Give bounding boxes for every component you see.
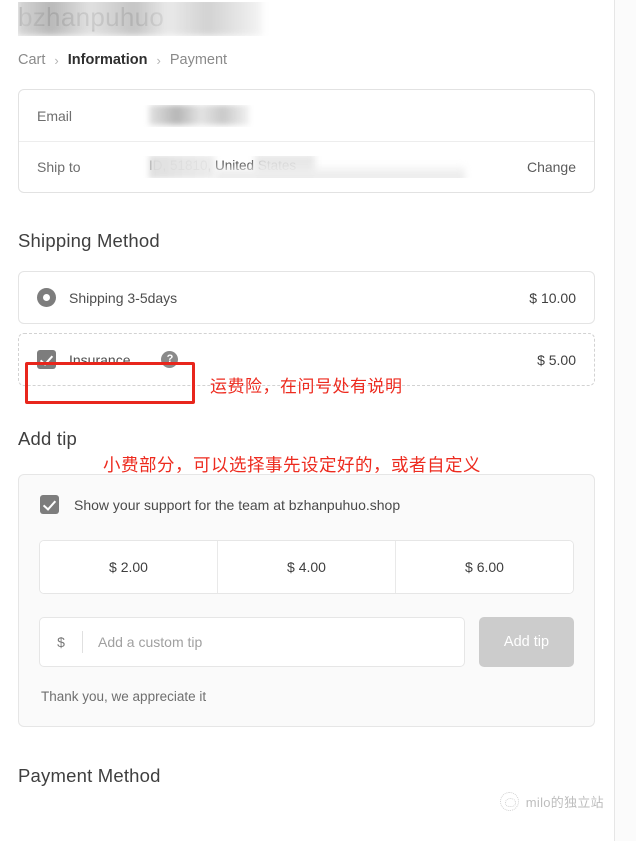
add-tip-heading: Add tip [18,428,77,449]
payment-method-heading: Payment Method [18,765,161,786]
shipping-method-heading: Shipping Method [18,230,160,251]
insurance-option-label: Insurance [69,351,131,368]
checkbox-checked-icon[interactable] [40,495,59,514]
annotation-tip-note: 小费部分，可以选择事先设定好的，或者自定义 [103,455,481,475]
watermark-logo-icon [499,792,519,811]
checkout-page: bzhanpuhuo Cart › Information › Payment … [0,0,636,841]
tip-thanks-text: Thank you, we appreciate it [41,689,207,704]
add-tip-heading-row: Add tip [18,428,595,452]
tip-support-row[interactable]: Show your support for the team at bzhanp… [39,495,574,514]
breadcrumb-item-cart[interactable]: Cart [18,52,45,68]
tip-card: Show your support for the team at bzhanp… [18,474,595,727]
shipping-option-left: Shipping 3-5days [37,288,529,307]
tip-amount-option-2[interactable]: $ 4.00 [217,541,395,593]
watermark-text: milo的独立站 [525,795,604,810]
breadcrumb: Cart › Information › Payment [18,52,595,68]
currency-symbol: $ [57,634,65,650]
custom-tip-row: $ Add a custom tip Add tip [39,617,574,667]
radio-selected-icon[interactable] [37,288,56,307]
tip-amount-option-3[interactable]: $ 6.00 [395,541,573,593]
chevron-right-icon: › [54,52,59,68]
chevron-right-icon: › [156,52,161,68]
tip-amount-option-1[interactable]: $ 2.00 [40,541,217,593]
store-title-redaction [18,2,262,36]
checkout-content: bzhanpuhuo Cart › Information › Payment … [0,0,613,841]
shipping-option-price: $ 10.00 [529,289,576,306]
ship-to-value: ID, 51810, United States [105,156,527,178]
shipping-option-row[interactable]: Shipping 3-5days $ 10.00 [18,271,595,324]
change-address-link[interactable]: Change [527,159,576,175]
custom-tip-placeholder: Add a custom tip [98,634,203,650]
ship-to-row: Ship to ID, 51810, United States Change [19,141,594,192]
email-row: Email [19,90,594,141]
tip-support-label: Show your support for the team at bzhanp… [74,496,401,513]
page-scroll-gutter[interactable] [614,0,636,841]
question-mark-icon[interactable]: ? [161,351,179,368]
ship-to-redaction-street [215,164,465,178]
insurance-option-left: Insurance ? [37,350,537,369]
custom-tip-input[interactable]: $ Add a custom tip [39,617,465,667]
breadcrumb-item-information[interactable]: Information [68,52,148,68]
checkbox-checked-icon[interactable] [37,350,56,369]
watermark: milo的独立站 [499,792,604,811]
email-label: Email [37,107,73,124]
store-title: bzhanpuhuo [18,2,595,36]
email-value [105,104,576,127]
customer-info-card: Email Ship to ID, 51810, United States C… [18,89,595,193]
breadcrumb-item-payment[interactable]: Payment [170,52,227,68]
email-redaction [149,104,249,125]
ship-to-label: Ship to [37,159,81,175]
shipping-option-label: Shipping 3-5days [69,289,178,306]
tip-amount-group: $ 2.00 $ 4.00 $ 6.00 [39,540,574,594]
add-tip-button[interactable]: Add tip [479,617,574,667]
annotation-insurance-note: 运费险，在问号处有说明 [210,377,403,396]
ship-to-redaction-name [149,156,215,178]
insurance-option-price: $ 5.00 [537,351,576,368]
